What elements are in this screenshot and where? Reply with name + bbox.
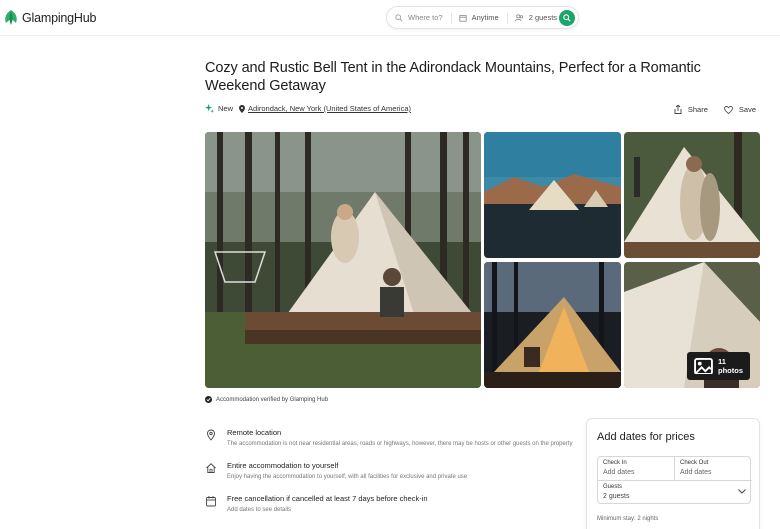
feature-desc: Enjoy having the accommodation to yourse… <box>227 474 468 480</box>
guests-label: Guests <box>603 484 623 490</box>
booking-date-picker: Check In Add dates Check Out Add dates G… <box>597 456 752 505</box>
search-submit-button[interactable] <box>559 10 575 26</box>
location-pin-icon <box>207 429 215 441</box>
chevron-down-icon <box>738 489 746 494</box>
booking-card: Add dates for prices Check In Add dates … <box>586 418 760 529</box>
check-out-value: Add dates <box>680 469 712 476</box>
verified-note: Accommodation verified by Glamping Hub <box>205 396 328 403</box>
where-field[interactable]: Where to? <box>387 7 451 28</box>
feature-desc: The accommodation is not near residentia… <box>227 441 573 447</box>
share-button[interactable]: Share <box>674 105 708 114</box>
check-out-label: Check Out <box>680 460 709 466</box>
calendar-icon <box>206 496 216 507</box>
listing-actions: Share Save <box>674 105 756 114</box>
when-field[interactable]: Anytime <box>450 7 507 28</box>
when-value: Anytime <box>471 13 499 22</box>
feature-title: Free cancellation if cancelled at least … <box>227 494 428 503</box>
share-icon <box>674 105 682 114</box>
search-icon <box>395 13 403 22</box>
calendar-icon <box>459 14 467 22</box>
check-in-label: Check In <box>603 460 627 466</box>
where-placeholder: Where to? <box>408 13 443 22</box>
verified-check-icon <box>205 396 212 403</box>
home-icon <box>206 463 216 473</box>
gallery-photo-5[interactable]: 11 photos <box>624 262 760 388</box>
check-in-value: Add dates <box>603 469 635 476</box>
search-icon <box>563 14 571 22</box>
photos-count-label: 11 photos <box>718 357 743 375</box>
guests-field[interactable]: 2 guests <box>506 7 565 28</box>
feature-title: Entire accommodation to yourself <box>227 461 339 470</box>
guests-icon <box>514 13 523 21</box>
tent-forest-photo <box>205 132 481 388</box>
show-photos-button[interactable]: 11 photos <box>686 352 750 380</box>
guests-select[interactable]: Guests 2 guests <box>598 481 752 505</box>
guests-value: 2 guests <box>528 13 558 22</box>
sparkle-icon <box>205 104 214 113</box>
feature-entire-accommodation: Entire accommodation to yourself Enjoy h… <box>205 461 575 482</box>
new-badge: New <box>218 104 234 113</box>
feature-free-cancellation: Free cancellation if cancelled at least … <box>205 494 575 515</box>
save-button[interactable]: Save <box>723 105 756 114</box>
location-link[interactable]: Adirondack, New York (United States of A… <box>248 104 411 113</box>
tent-sunset-photo <box>484 132 621 258</box>
minimum-stay-note: Minimum stay: 2 nights <box>597 516 659 522</box>
top-header: GlampingHub Where to? Anytime 2 guests <box>0 0 780 36</box>
save-label: Save <box>738 105 756 114</box>
gallery-photo-2[interactable] <box>484 132 621 258</box>
logo-text: GlampingHub <box>22 10 97 25</box>
check-out-field[interactable]: Check Out Add dates <box>675 457 752 481</box>
features-list: Remote location The accommodation is not… <box>205 428 575 527</box>
glampinghub-logo[interactable]: GlampingHub <box>3 9 96 26</box>
verified-text: Accommodation verified by Glamping Hub <box>216 396 329 403</box>
location-pin-icon <box>239 104 246 113</box>
share-label: Share <box>687 105 708 114</box>
photo-gallery: 11 photos <box>205 132 760 388</box>
leaf-logo-icon <box>5 10 17 25</box>
tent-night-photo <box>484 262 621 388</box>
gallery-photo-4[interactable] <box>484 262 621 388</box>
listing-title: Cozy and Rustic Bell Tent in the Adirond… <box>205 60 701 94</box>
feature-title: Remote location <box>227 428 282 437</box>
guests-value: 2 guests <box>603 493 630 500</box>
listing-meta: New Adirondack, New York (United States … <box>205 104 411 113</box>
feature-remote-location: Remote location The accommodation is not… <box>205 428 575 449</box>
main-photo[interactable] <box>205 132 481 388</box>
images-icon <box>694 357 713 375</box>
feature-desc: Add dates to see details <box>227 507 292 513</box>
couple-tent-photo <box>624 132 760 258</box>
gallery-photo-3[interactable] <box>624 132 760 258</box>
heart-icon <box>723 105 733 114</box>
search-bar[interactable]: Where to? Anytime 2 guests <box>386 6 579 29</box>
check-in-field[interactable]: Check In Add dates <box>598 457 675 481</box>
booking-title: Add dates for prices <box>597 431 695 443</box>
